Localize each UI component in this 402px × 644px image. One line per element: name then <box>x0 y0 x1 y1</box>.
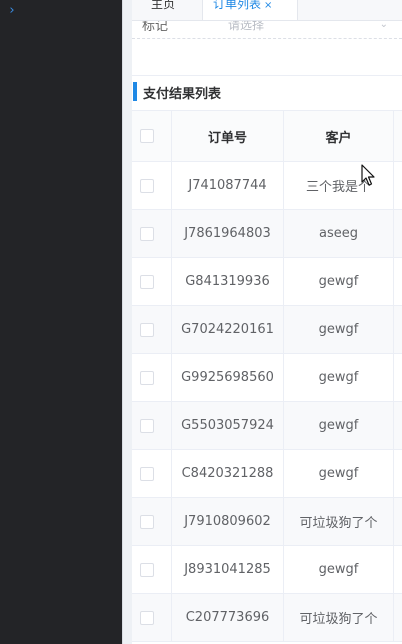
order-no-cell: C8420321288 <box>172 450 284 497</box>
section-accent-bar <box>133 82 137 101</box>
tab-label: 订单列表 <box>213 0 262 11</box>
overflow-cell <box>394 594 402 641</box>
customer-cell: gewgf <box>284 258 394 305</box>
overflow-cell <box>394 402 402 449</box>
customer-cell: gewgf <box>284 450 394 497</box>
row-check-cell <box>132 402 172 449</box>
header-check-cell <box>132 111 172 161</box>
table-row[interactable]: G841319936 gewgf <box>132 258 402 306</box>
customer-cell: 可垃圾狗了个 <box>284 498 394 545</box>
customer-cell: gewgf <box>284 306 394 353</box>
row-check-cell <box>132 450 172 497</box>
order-no-cell: G841319936 <box>172 258 284 305</box>
row-check-cell <box>132 594 172 641</box>
section-header: 支付结果列表 <box>132 81 402 102</box>
row-checkbox[interactable] <box>139 466 154 481</box>
order-no-cell: J741087744 <box>172 162 284 209</box>
row-checkbox[interactable] <box>139 178 154 193</box>
table-row[interactable]: G9925698560 gewgf <box>132 354 402 402</box>
close-icon[interactable]: × <box>264 0 272 11</box>
row-check-cell <box>132 354 172 401</box>
row-check-cell <box>132 546 172 593</box>
overflow-cell <box>394 210 402 257</box>
payment-results-table: 订单号 客户 J741087744 三个我是个 J7861964803 aseeg G8… <box>132 110 402 642</box>
table-row[interactable]: J7910809602 可垃圾狗了个 <box>132 498 402 546</box>
chevron-right-icon[interactable]: › <box>5 3 19 19</box>
customer-cell: gewgf <box>284 402 394 449</box>
row-checkbox[interactable] <box>139 610 154 625</box>
overflow-cell <box>394 258 402 305</box>
order-no-cell: J7861964803 <box>172 210 284 257</box>
customer-cell: gewgf <box>284 354 394 401</box>
table-row[interactable]: J8931041285 gewgf <box>132 546 402 594</box>
tab-bar: 主页 订单列表 × <box>132 0 402 21</box>
order-no-cell: G7024220161 <box>172 306 284 353</box>
row-check-cell <box>132 210 172 257</box>
table-row[interactable]: G5503057924 gewgf <box>132 402 402 450</box>
table-header: 订单号 客户 <box>132 111 402 162</box>
table-row[interactable]: G7024220161 gewgf <box>132 306 402 354</box>
select-all-checkbox[interactable] <box>139 129 154 143</box>
table-row[interactable]: J7861964803 aseeg <box>132 210 402 258</box>
row-check-cell <box>132 306 172 353</box>
column-header-overflow <box>394 111 402 161</box>
row-checkbox[interactable] <box>139 562 154 577</box>
customer-cell: aseeg <box>284 210 394 257</box>
row-checkbox[interactable] <box>139 274 154 289</box>
overflow-cell <box>394 498 402 545</box>
main-content: 标记 请选择 ⌄ 主页 订单列表 × 支付结果列表 订单号 客户 J741087… <box>132 0 402 644</box>
table-body: J741087744 三个我是个 J7861964803 aseeg G84131993… <box>132 162 402 642</box>
overflow-cell <box>394 450 402 497</box>
customer-cell: 三个我是个 <box>284 162 394 209</box>
row-checkbox[interactable] <box>139 370 154 385</box>
order-no-cell: J7910809602 <box>172 498 284 545</box>
overflow-cell <box>394 546 402 593</box>
row-check-cell <box>132 258 172 305</box>
app-window: › 标记 请选择 ⌄ 主页 订单列表 × 支付结果列表 订单号 客户 J7410… <box>0 0 402 644</box>
customer-cell: gewgf <box>284 546 394 593</box>
sidebar: › <box>0 0 122 644</box>
row-checkbox[interactable] <box>139 226 154 241</box>
section-title: 支付结果列表 <box>143 87 222 102</box>
customer-cell: 可垃圾狗了个 <box>284 594 394 641</box>
overflow-cell <box>394 306 402 353</box>
order-no-cell: J8931041285 <box>172 546 284 593</box>
order-no-cell: G9925698560 <box>172 354 284 401</box>
column-header-customer[interactable]: 客户 <box>284 111 394 161</box>
row-checkbox[interactable] <box>139 418 154 433</box>
row-check-cell <box>132 162 172 209</box>
toolbar-area <box>132 39 402 76</box>
order-no-cell: C207773696 <box>172 594 284 641</box>
table-row[interactable]: C8420321288 gewgf <box>132 450 402 498</box>
row-checkbox[interactable] <box>139 322 154 337</box>
tab-order-list[interactable]: 订单列表 × <box>202 0 298 20</box>
row-check-cell <box>132 498 172 545</box>
order-no-cell: G5503057924 <box>172 402 284 449</box>
column-header-order-no[interactable]: 订单号 <box>172 111 284 161</box>
overflow-cell <box>394 354 402 401</box>
mouse-cursor-icon <box>361 164 375 186</box>
overflow-cell <box>394 162 402 209</box>
table-row[interactable]: C207773696 可垃圾狗了个 <box>132 594 402 642</box>
row-checkbox[interactable] <box>139 514 154 529</box>
tab-home[interactable]: 主页 <box>132 0 194 20</box>
tab-label: 主页 <box>150 0 175 11</box>
